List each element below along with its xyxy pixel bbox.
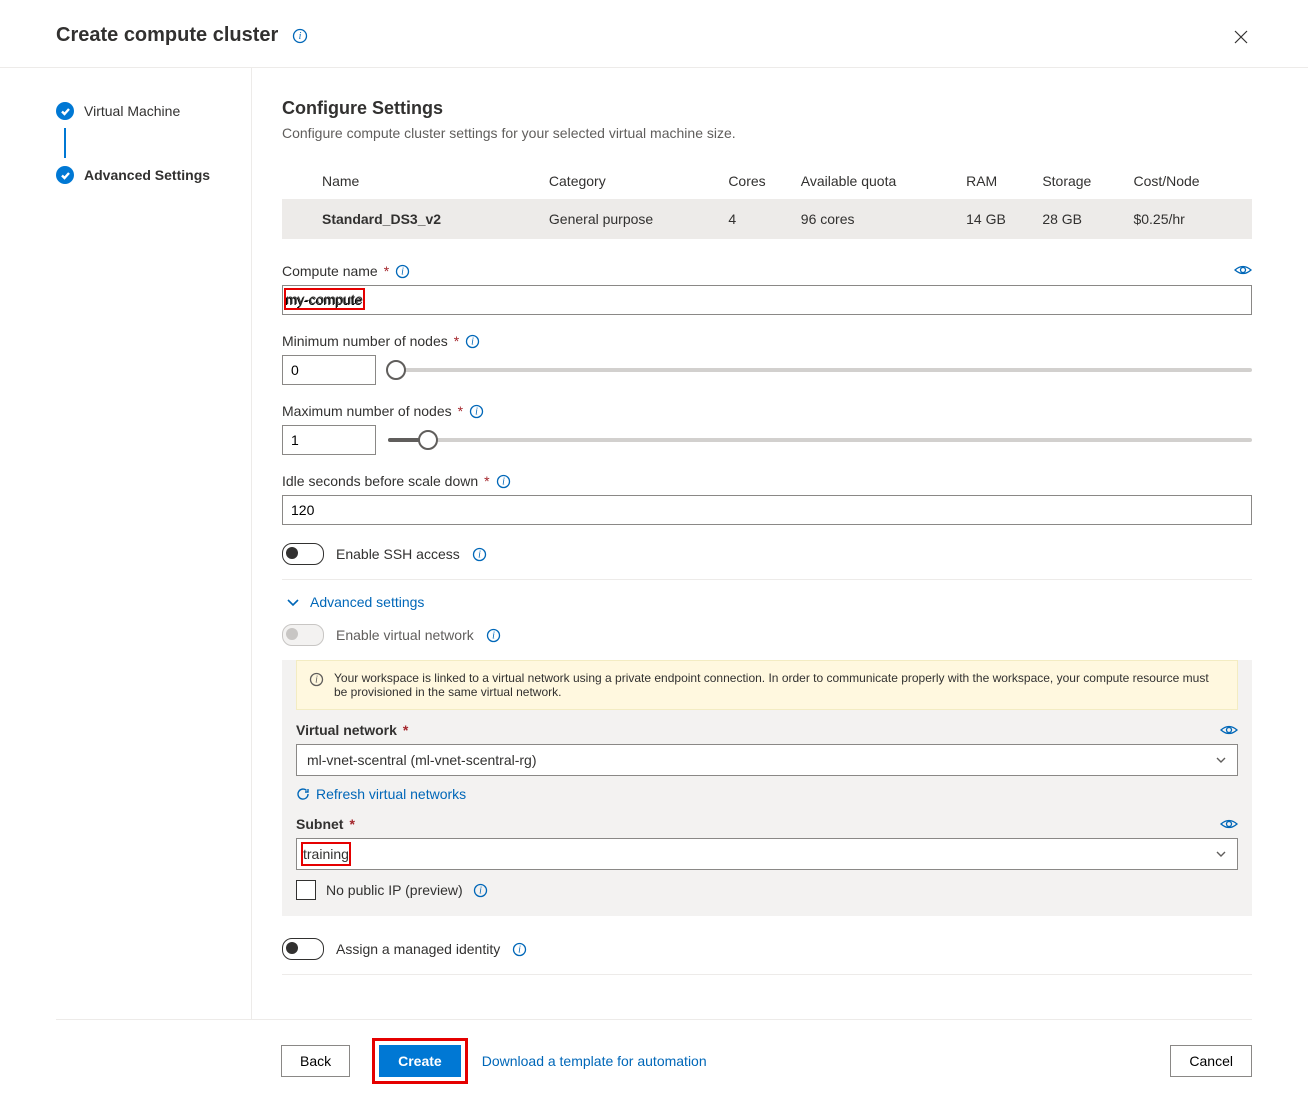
cell-quota: 96 cores xyxy=(801,199,966,239)
info-banner-text: Your workspace is linked to a virtual ne… xyxy=(334,671,1225,699)
preview-icon[interactable] xyxy=(1234,263,1252,277)
min-nodes-label: Minimum number of nodes xyxy=(282,333,448,349)
col-storage: Storage xyxy=(1042,163,1133,199)
back-button[interactable]: Back xyxy=(281,1045,350,1077)
chevron-down-icon xyxy=(1215,754,1227,766)
info-banner: i Your workspace is linked to a virtual … xyxy=(296,660,1238,710)
enable-vnet-toggle[interactable] xyxy=(282,624,324,646)
step-label: Virtual Machine xyxy=(84,103,180,119)
max-nodes-label: Maximum number of nodes xyxy=(282,403,452,419)
close-icon[interactable] xyxy=(1234,30,1248,44)
col-ram: RAM xyxy=(966,163,1042,199)
info-icon[interactable]: i xyxy=(472,547,487,562)
svg-text:i: i xyxy=(518,944,521,955)
required-indicator: * xyxy=(454,333,459,349)
enable-vnet-label: Enable virtual network xyxy=(336,627,474,643)
max-nodes-slider[interactable] xyxy=(388,432,1252,448)
svg-text:i: i xyxy=(475,406,478,417)
vnet-panel: i Your workspace is linked to a virtual … xyxy=(282,660,1252,916)
info-icon[interactable]: i xyxy=(496,474,511,489)
required-indicator: * xyxy=(458,403,463,419)
refresh-vnet-label: Refresh virtual networks xyxy=(316,786,466,802)
refresh-vnet-link[interactable]: Refresh virtual networks xyxy=(296,786,1238,802)
cell-category: General purpose xyxy=(549,199,728,239)
info-icon[interactable]: i xyxy=(469,404,484,419)
subnet-label: Subnet xyxy=(296,816,343,832)
required-indicator: * xyxy=(403,722,408,738)
info-icon: i xyxy=(309,672,324,699)
managed-identity-label: Assign a managed identity xyxy=(336,941,500,957)
check-icon xyxy=(56,166,74,184)
download-template-link[interactable]: Download a template for automation xyxy=(482,1053,707,1069)
idle-seconds-input[interactable] xyxy=(282,495,1252,525)
info-icon[interactable]: i xyxy=(512,942,527,957)
divider xyxy=(282,579,1252,580)
subnet-select[interactable]: training training xyxy=(296,838,1238,870)
cell-cores: 4 xyxy=(728,199,800,239)
enable-ssh-label: Enable SSH access xyxy=(336,546,460,562)
step-advanced-settings[interactable]: Advanced Settings xyxy=(56,166,251,184)
enable-ssh-toggle[interactable] xyxy=(282,543,324,565)
svg-text:i: i xyxy=(502,476,505,487)
table-row: Standard_DS3_v2 General purpose 4 96 cor… xyxy=(282,199,1252,239)
required-indicator: * xyxy=(349,816,354,832)
svg-text:i: i xyxy=(478,549,481,560)
cell-name: Standard_DS3_v2 xyxy=(282,199,549,239)
svg-text:i: i xyxy=(401,266,404,277)
info-icon[interactable]: i xyxy=(395,264,410,279)
min-nodes-input[interactable] xyxy=(282,355,376,385)
highlight-box: Create xyxy=(372,1038,468,1084)
required-indicator: * xyxy=(384,263,389,279)
preview-icon[interactable] xyxy=(1220,723,1238,737)
svg-text:i: i xyxy=(471,336,474,347)
max-nodes-input[interactable] xyxy=(282,425,376,455)
preview-icon[interactable] xyxy=(1220,817,1238,831)
advanced-settings-expander[interactable]: Advanced settings xyxy=(286,594,1252,610)
create-button[interactable]: Create xyxy=(379,1045,461,1077)
vnet-label: Virtual network xyxy=(296,722,397,738)
col-cores: Cores xyxy=(728,163,800,199)
col-cost: Cost/Node xyxy=(1133,163,1252,199)
vnet-value: ml-vnet-scentral (ml-vnet-scentral-rg) xyxy=(307,752,536,768)
svg-text:i: i xyxy=(492,630,495,641)
col-quota: Available quota xyxy=(801,163,966,199)
highlight-box: training xyxy=(301,842,351,866)
min-nodes-slider[interactable] xyxy=(388,362,1252,378)
step-label: Advanced Settings xyxy=(84,167,210,183)
info-icon[interactable]: i xyxy=(473,883,488,898)
section-subtitle: Configure compute cluster settings for y… xyxy=(282,125,1252,141)
page-title: Create compute cluster xyxy=(56,24,278,47)
cancel-button[interactable]: Cancel xyxy=(1170,1045,1252,1077)
col-category: Category xyxy=(549,163,728,199)
step-virtual-machine[interactable]: Virtual Machine xyxy=(56,102,251,120)
check-icon xyxy=(56,102,74,120)
no-public-ip-label: No public IP (preview) xyxy=(326,882,463,898)
cell-cost: $0.25/hr xyxy=(1133,199,1252,239)
section-title: Configure Settings xyxy=(282,98,1252,119)
step-connector xyxy=(64,128,66,158)
svg-text:i: i xyxy=(479,885,482,896)
chevron-down-icon xyxy=(1215,848,1227,860)
advanced-settings-label: Advanced settings xyxy=(310,594,424,610)
cell-ram: 14 GB xyxy=(966,199,1042,239)
compute-name-label: Compute name xyxy=(282,263,378,279)
compute-name-input[interactable] xyxy=(282,285,1252,315)
cell-storage: 28 GB xyxy=(1042,199,1133,239)
vnet-select[interactable]: ml-vnet-scentral (ml-vnet-scentral-rg) xyxy=(296,744,1238,776)
info-icon[interactable]: i xyxy=(292,28,308,44)
info-icon[interactable]: i xyxy=(486,628,501,643)
svg-text:i: i xyxy=(299,31,302,42)
no-public-ip-checkbox[interactable] xyxy=(296,880,316,900)
idle-label: Idle seconds before scale down xyxy=(282,473,478,489)
divider xyxy=(282,974,1252,975)
info-icon[interactable]: i xyxy=(465,334,480,349)
wizard-steps: Virtual Machine Advanced Settings xyxy=(56,68,252,1019)
vm-size-table: Name Category Cores Available quota RAM … xyxy=(282,163,1252,239)
col-name: Name xyxy=(282,163,549,199)
svg-text:i: i xyxy=(315,675,318,686)
required-indicator: * xyxy=(484,473,489,489)
managed-identity-toggle[interactable] xyxy=(282,938,324,960)
